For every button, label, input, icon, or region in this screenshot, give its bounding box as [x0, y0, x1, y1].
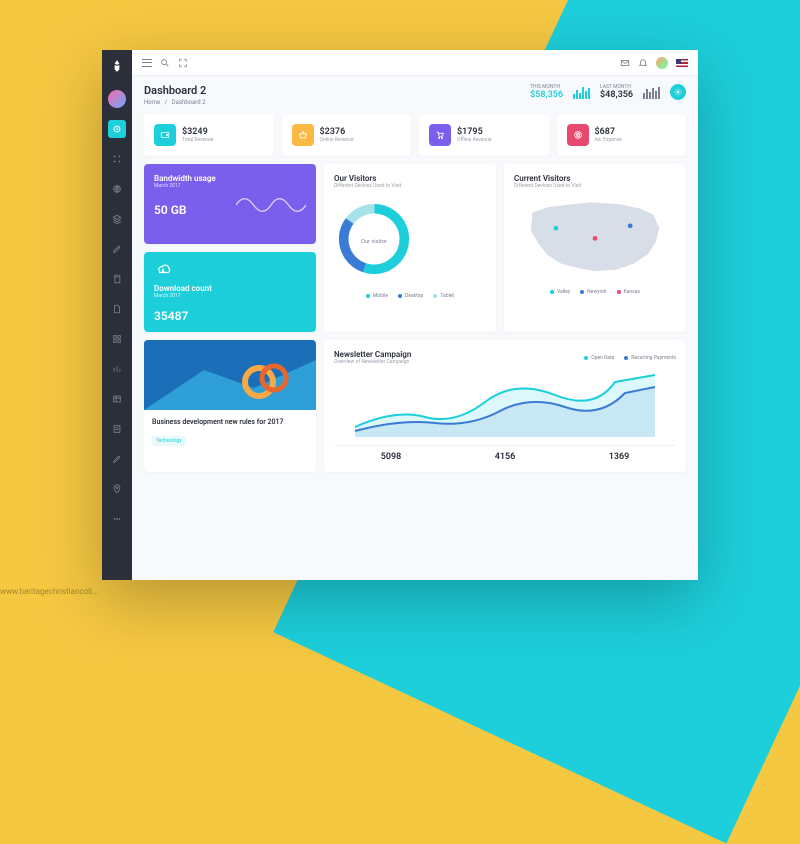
usa-map [514, 193, 676, 279]
search-icon[interactable] [160, 58, 170, 68]
kpi-row: $3249Total Revenue $2376Online Revenue $… [144, 114, 686, 156]
sidebar-item-dashboard[interactable] [108, 120, 126, 138]
sidebar-item-apps[interactable] [108, 150, 126, 168]
sidebar-item-layers[interactable] [108, 210, 126, 228]
main-area: Dashboard 2 Home / Dashboard 2 THIS MONT… [132, 50, 698, 580]
wallet-icon [154, 124, 176, 146]
page-header: Dashboard 2 Home / Dashboard 2 THIS MONT… [132, 76, 698, 114]
cloud-download-icon [154, 262, 172, 276]
current-visitors-card: Current Visitors Different Devices Used … [504, 164, 686, 332]
crumb-current: Dashboard 2 [172, 99, 206, 106]
fullscreen-icon[interactable] [178, 58, 188, 68]
blog-card[interactable]: Business development new rules for 2017 … [144, 340, 316, 472]
bandwidth-card[interactable]: Bandwidth usage March 2017 50 GB [144, 164, 316, 244]
logo-icon [110, 58, 124, 72]
sidebar-item-brush[interactable] [108, 450, 126, 468]
blog-image [144, 340, 316, 410]
donut-chart: Our visitor [334, 199, 414, 279]
svg-text:Our visitor: Our visitor [361, 239, 387, 245]
kpi-online-revenue[interactable]: $2376Online Revenue [282, 114, 412, 156]
newsletter-card: Newsletter Campaign Overview of Newslett… [324, 340, 686, 472]
sidebar-item-edit[interactable] [108, 240, 126, 258]
sidebar [102, 50, 132, 580]
visitors-card: Our Visitors Different Devices Used to V… [324, 164, 496, 332]
settings-fab[interactable] [670, 84, 686, 100]
flag-us-icon[interactable] [676, 59, 688, 67]
sidebar-item-globe[interactable] [108, 180, 126, 198]
menu-icon[interactable] [142, 59, 152, 67]
breadcrumb: Home / Dashboard 2 [144, 99, 206, 106]
stat-last-month: LAST MONTH $48,356 [600, 84, 633, 100]
sparkline-this-month [573, 85, 590, 99]
sidebar-item-copy[interactable] [108, 270, 126, 288]
wave-chart-icon [236, 190, 306, 220]
stat-this-month: THIS MONTH $58,356 [530, 84, 563, 100]
sidebar-item-pin[interactable] [108, 480, 126, 498]
donut-legend: Mobile Desktop Tablet [334, 293, 486, 299]
sidebar-item-files[interactable] [108, 300, 126, 318]
sidebar-item-doc[interactable] [108, 420, 126, 438]
blog-tag[interactable]: Technology [152, 436, 186, 446]
kpi-ad-expense[interactable]: $687Ad. Expense [557, 114, 687, 156]
watermark: www.heritagechristiancoll... [0, 587, 98, 596]
mail-icon[interactable] [620, 58, 630, 68]
page-title: Dashboard 2 [144, 84, 206, 97]
kpi-offline-revenue[interactable]: $1795Offline Revenue [419, 114, 549, 156]
sidebar-item-grid[interactable] [108, 330, 126, 348]
basket-icon [292, 124, 314, 146]
crumb-home[interactable]: Home [144, 99, 160, 106]
map-legend: Valley Newyork Kansas [514, 289, 676, 295]
newsletter-stats: 5098 4156 1369 [334, 445, 676, 462]
sidebar-item-table[interactable] [108, 390, 126, 408]
sidebar-item-chart[interactable] [108, 360, 126, 378]
user-avatar[interactable] [656, 57, 668, 69]
target-icon [567, 124, 589, 146]
download-card[interactable]: Download count March 2017 35487 [144, 252, 316, 332]
topbar [132, 50, 698, 76]
app-window: Dashboard 2 Home / Dashboard 2 THIS MONT… [102, 50, 698, 580]
kpi-total-revenue[interactable]: $3249Total Revenue [144, 114, 274, 156]
bell-icon[interactable] [638, 58, 648, 68]
area-chart [334, 367, 676, 437]
sidebar-item-more[interactable] [108, 510, 126, 528]
sidebar-avatar[interactable] [108, 90, 126, 108]
cart-icon [429, 124, 451, 146]
sparkline-last-month [643, 85, 660, 99]
